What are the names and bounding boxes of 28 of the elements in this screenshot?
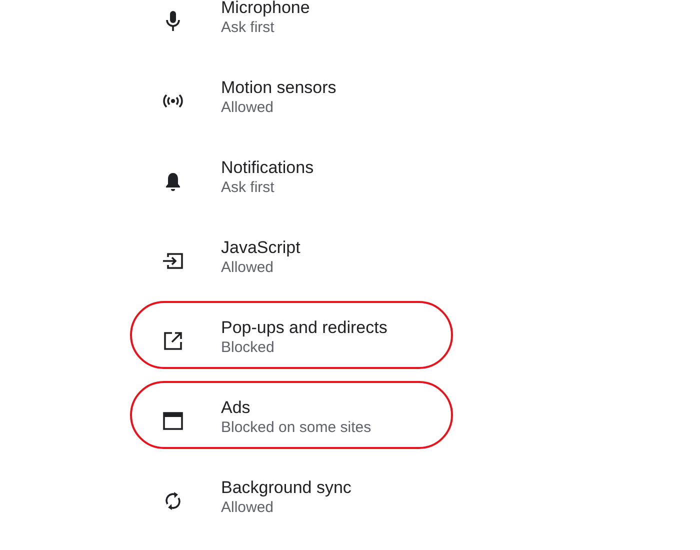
setting-status: Ask first	[221, 18, 276, 38]
bell-icon	[165, 172, 181, 190]
open-in-new-icon	[163, 331, 183, 351]
settings-item[interactable]: Ads Blocked on some sites	[0, 377, 700, 457]
settings-item[interactable]: Microphone Ask first	[0, 0, 700, 57]
settings-item[interactable]: Notifications Ask first	[0, 137, 700, 217]
setting-status: Blocked	[221, 338, 276, 358]
setting-title: Motion sensors	[221, 76, 336, 98]
settings-item[interactable]: Background sync Allowed	[0, 457, 700, 537]
input-icon	[162, 252, 184, 270]
window-icon	[163, 412, 183, 430]
setting-status: Ask first	[221, 178, 276, 198]
setting-title: Background sync	[221, 476, 352, 498]
setting-status: Allowed	[221, 98, 275, 118]
setting-title: JavaScript	[221, 236, 300, 258]
setting-title: Pop-ups and redirects	[221, 316, 388, 338]
microphone-icon	[166, 11, 180, 31]
setting-status: Allowed	[221, 498, 275, 518]
sync-icon	[164, 491, 182, 511]
setting-title: Microphone	[221, 0, 310, 18]
settings-item[interactable]: Pop-ups and redirects Blocked	[0, 297, 700, 377]
sensors-icon	[163, 94, 183, 108]
setting-title: Notifications	[221, 156, 314, 178]
setting-status: Allowed	[221, 258, 275, 278]
setting-title: Ads	[221, 396, 252, 418]
settings-item[interactable]: Motion sensors Allowed	[0, 57, 700, 137]
settings-item[interactable]: JavaScript Allowed	[0, 217, 700, 297]
setting-status: Blocked on some sites	[221, 418, 372, 438]
